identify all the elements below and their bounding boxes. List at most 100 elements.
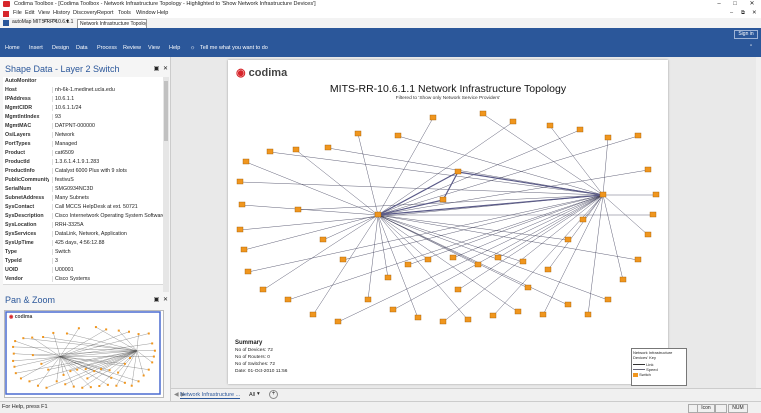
switch-device-icon[interactable] <box>479 110 487 117</box>
minimize-icon[interactable]: – <box>712 0 726 9</box>
menu-tools[interactable]: Tools <box>118 10 131 16</box>
switch-device-icon[interactable] <box>579 216 587 223</box>
switch-device-icon[interactable] <box>634 132 642 139</box>
tab-review[interactable]: Review <box>123 45 141 51</box>
switch-device-icon[interactable] <box>389 306 397 313</box>
switch-device-icon[interactable] <box>564 301 572 308</box>
switch-device-icon[interactable] <box>374 211 382 218</box>
switch-device-icon[interactable] <box>544 266 552 273</box>
switch-device-icon[interactable] <box>649 211 657 218</box>
switch-device-icon[interactable] <box>364 296 372 303</box>
add-page-button[interactable]: + <box>269 390 278 399</box>
switch-device-icon[interactable] <box>494 254 502 261</box>
switch-device-icon[interactable] <box>309 311 317 318</box>
redo-icon[interactable]: ↷ <box>52 18 57 25</box>
switch-device-icon[interactable] <box>334 318 342 325</box>
tab-insert[interactable]: Insert <box>29 45 43 51</box>
switch-device-icon[interactable] <box>236 226 244 233</box>
scrollbar-thumb[interactable] <box>164 81 168 141</box>
switch-device-icon[interactable] <box>489 312 497 319</box>
shape-data-value[interactable]: Cisco Internetwork Operating System Soft… <box>52 213 165 219</box>
shape-data-value[interactable]: RRH-3325A <box>52 222 165 228</box>
switch-device-icon[interactable] <box>524 284 532 291</box>
shape-data-value[interactable]: Network <box>52 132 165 138</box>
switch-device-icon[interactable] <box>244 268 252 275</box>
switch-device-icon[interactable] <box>644 166 652 173</box>
doc-minimize-icon[interactable]: – <box>730 10 733 16</box>
switch-device-icon[interactable] <box>519 258 527 265</box>
switch-device-icon[interactable] <box>539 311 547 318</box>
switch-device-icon[interactable] <box>292 146 300 153</box>
switch-device-icon[interactable] <box>394 132 402 139</box>
shape-data-value[interactable]: 1.3.6.1.4.1.9.1.283 <box>52 159 165 165</box>
undo-icon[interactable]: ↶ <box>43 18 48 25</box>
sign-in-button[interactable]: Sign in <box>734 30 758 39</box>
menu-edit[interactable]: Edit <box>25 10 34 16</box>
switch-device-icon[interactable] <box>652 191 660 198</box>
switch-device-icon[interactable] <box>546 122 554 129</box>
shape-data-value[interactable]: 425 days, 4:56:12.88 <box>52 240 165 246</box>
menu-file[interactable]: File <box>13 10 22 16</box>
tab-design[interactable]: Design <box>52 45 69 51</box>
tab-data[interactable]: Data <box>76 45 88 51</box>
shape-data-value[interactable]: Many Subnets <box>52 195 165 201</box>
tab-view[interactable]: View <box>148 45 160 51</box>
page-nav-left-icon[interactable]: ◀ <box>174 391 179 398</box>
panel-menu-icon[interactable]: ▣ <box>153 66 160 73</box>
switch-device-icon[interactable] <box>404 261 412 268</box>
panel-close-icon[interactable]: ✕ <box>162 66 169 73</box>
switch-device-icon[interactable] <box>266 148 274 155</box>
switch-device-icon[interactable] <box>240 246 248 253</box>
switch-device-icon[interactable] <box>414 314 422 321</box>
switch-device-icon[interactable] <box>509 118 517 125</box>
switch-device-icon[interactable] <box>242 158 250 165</box>
save-icon[interactable] <box>3 20 9 26</box>
switch-device-icon[interactable] <box>576 126 584 133</box>
switch-device-icon[interactable] <box>604 134 612 141</box>
switch-device-icon[interactable] <box>284 296 292 303</box>
switch-device-icon[interactable] <box>384 274 392 281</box>
menu-window[interactable]: Window <box>136 10 156 16</box>
switch-device-icon[interactable] <box>439 196 447 203</box>
switch-device-icon[interactable] <box>564 236 572 243</box>
shape-data-value[interactable]: 10.6.1.1/24 <box>52 105 165 111</box>
shape-data-value[interactable]: Switch <box>52 249 165 255</box>
canvas-vertical-scrollbar[interactable] <box>756 57 761 388</box>
menu-view[interactable]: View <box>38 10 50 16</box>
switch-device-icon[interactable] <box>619 276 627 283</box>
switch-device-icon[interactable] <box>644 231 652 238</box>
switch-device-icon[interactable] <box>339 256 347 263</box>
shape-data-value[interactable]: Call MCCS HelpDesk at ext. 50721 <box>52 204 165 210</box>
tab-process[interactable]: Process <box>97 45 117 51</box>
menu-help[interactable]: Help <box>157 10 168 16</box>
switch-device-icon[interactable] <box>474 261 482 268</box>
tab-help[interactable]: Help <box>169 45 180 51</box>
close-icon[interactable]: ✕ <box>745 0 759 9</box>
doc-close-icon[interactable]: ✕ <box>752 10 757 16</box>
switch-device-icon[interactable] <box>354 130 362 137</box>
shape-data-value[interactable]: festivuS <box>52 177 165 183</box>
tab-home[interactable]: Home <box>5 45 20 51</box>
shape-data-value[interactable]: nh-6k-1.medinet.ucla.edu <box>52 87 165 93</box>
switch-device-icon[interactable] <box>584 311 592 318</box>
switch-device-icon[interactable] <box>449 254 457 261</box>
page-tab-all[interactable]: All <box>249 392 255 398</box>
switch-device-icon[interactable] <box>324 144 332 151</box>
pan-zoom-close-icon[interactable]: ✕ <box>162 297 169 304</box>
menu-history[interactable]: History <box>53 10 70 16</box>
shape-data-value[interactable]: Managed <box>52 141 165 147</box>
shape-data-value[interactable]: Cisco Systems <box>52 276 165 282</box>
ribbon-collapse-icon[interactable]: ▫ <box>750 43 752 49</box>
switch-device-icon[interactable] <box>634 256 642 263</box>
switch-device-icon[interactable] <box>514 308 522 315</box>
switch-device-icon[interactable] <box>294 206 302 213</box>
switch-device-icon[interactable] <box>259 286 267 293</box>
qat-dropdown-icon[interactable]: ▾ <box>66 18 69 25</box>
shape-data-value[interactable]: 93 <box>52 114 165 120</box>
shape-data-value[interactable]: cat6509 <box>52 150 165 156</box>
pan-zoom-thumbnail[interactable]: ◉ codima <box>4 310 164 398</box>
shape-data-value[interactable]: U00001 <box>52 267 165 273</box>
page-tab-active[interactable]: Network Infrastructure ... <box>180 392 241 399</box>
page-tab-all-dropdown-icon[interactable]: ▾ <box>257 391 260 397</box>
shape-data-row[interactable]: Vendor Cisco Systems <box>3 275 163 285</box>
